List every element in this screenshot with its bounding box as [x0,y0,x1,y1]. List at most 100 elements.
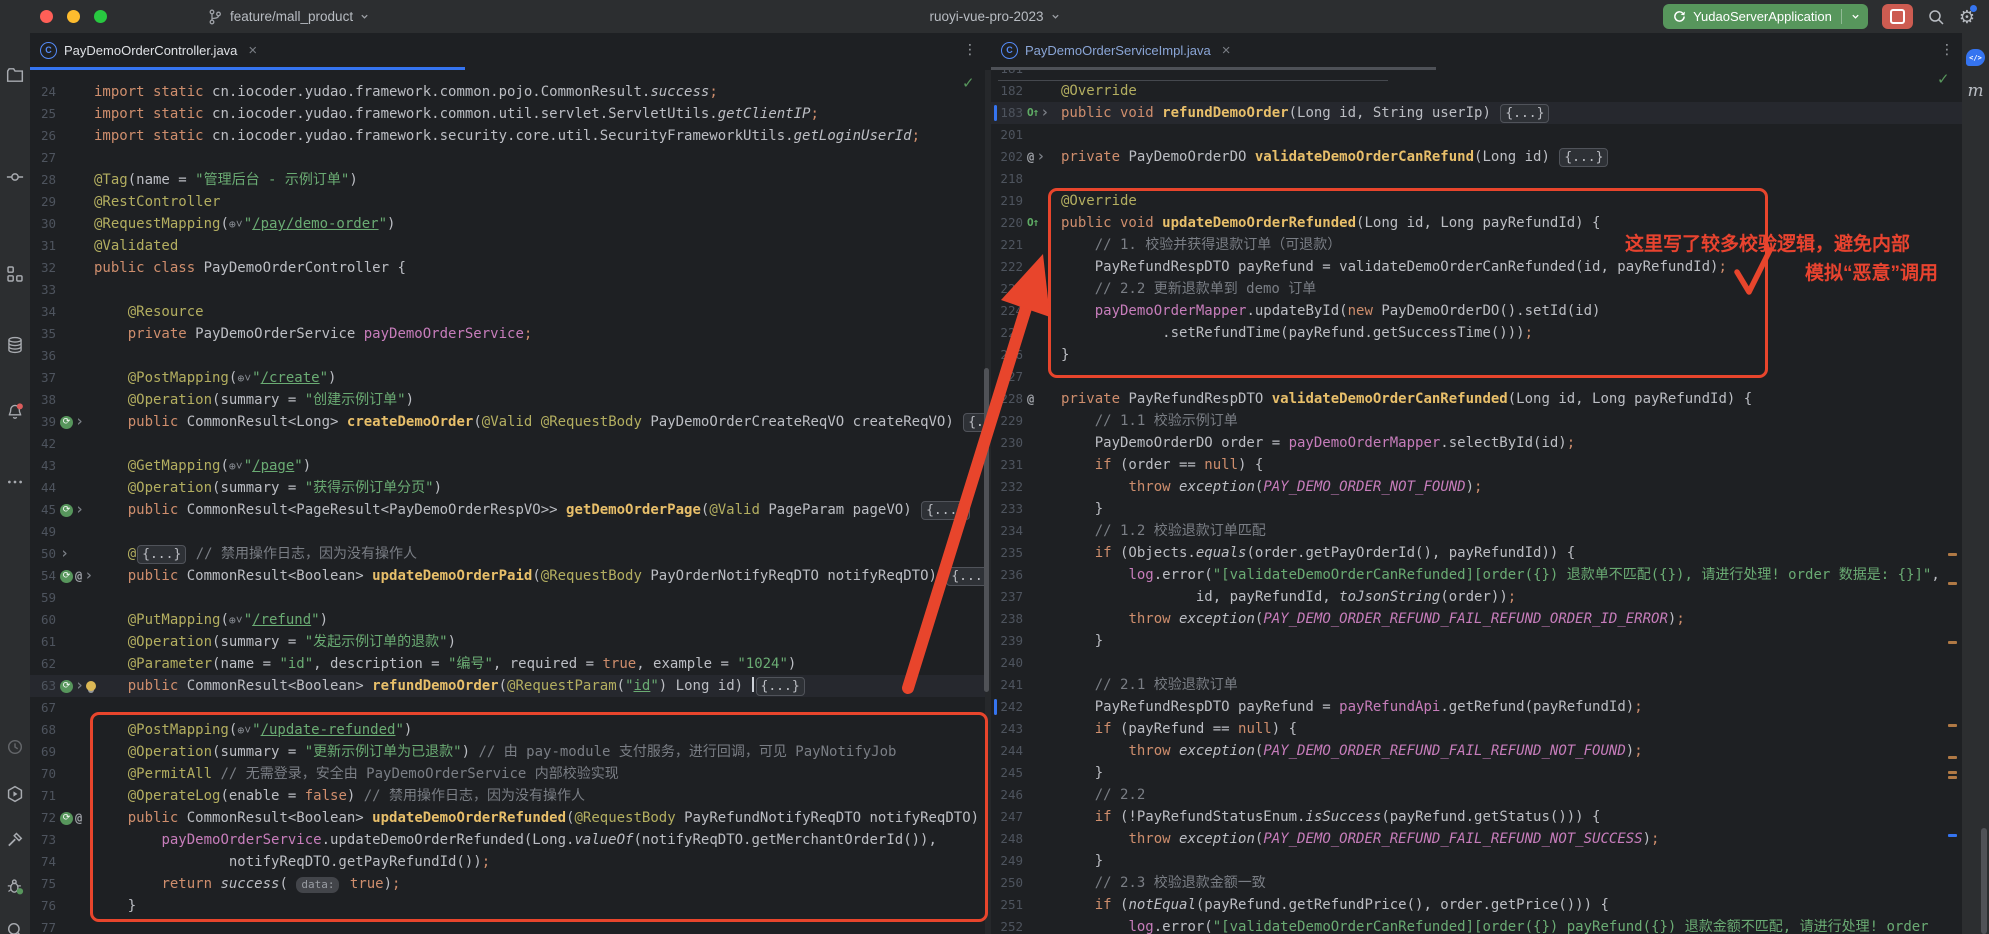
right-scrollbar-thumb[interactable] [1981,828,1987,934]
code-line[interactable]: 218 [991,168,1962,190]
code-line[interactable]: 29@RestController [30,191,985,213]
line-number[interactable]: 63 [30,675,56,697]
code-line[interactable]: 227 [991,366,1962,388]
line-number[interactable]: 249 [991,850,1023,872]
code-line[interactable]: 181 [991,70,1962,80]
line-number[interactable]: 201 [991,124,1023,146]
line-number[interactable]: 54 [30,565,56,587]
code-line[interactable]: 36 [30,345,985,367]
code-line[interactable]: 240 [991,652,1962,674]
code-line[interactable]: 31@Validated [30,235,985,257]
line-number[interactable]: 73 [30,829,56,851]
line-number[interactable]: 49 [30,521,56,543]
code-line[interactable]: 42 [30,433,985,455]
line-number[interactable]: 233 [991,498,1023,520]
line-number[interactable]: 202 [991,146,1023,168]
line-number[interactable]: 59 [30,587,56,609]
window-minimize-button[interactable] [67,10,80,23]
code-line[interactable]: 224 payDemoOrderMapper.updateById(new Pa… [991,300,1962,322]
code-line[interactable]: 237 id, payRefundId, toJsonString(order)… [991,586,1962,608]
code-line[interactable]: 202@›private PayDemoOrderDO validateDemo… [991,146,1962,168]
line-number[interactable]: 69 [30,741,56,763]
line-number[interactable]: 240 [991,652,1023,674]
code-line[interactable]: 25import static cn.iocoder.yudao.framewo… [30,103,985,125]
more-tools-icon[interactable] [6,473,24,491]
close-icon[interactable]: × [1222,43,1231,58]
code-line[interactable]: 37 @PostMapping(⊕˅"/create") [30,367,985,389]
code-line[interactable]: 77 [30,917,985,934]
code-line[interactable]: 50› @{...} // 禁用操作日志，因为没有操作人 [30,543,985,565]
line-number[interactable]: 72 [30,807,56,829]
code-line[interactable]: 71 @OperateLog(enable = false) // 禁用操作日志… [30,785,985,807]
code-line[interactable]: 221 // 1. 校验并获得退款订单（可退款） [991,234,1962,256]
line-number[interactable]: 243 [991,718,1023,740]
url-link[interactable]: /page [252,458,294,474]
annotated-icon[interactable]: @ [75,807,82,829]
overrides-icon[interactable]: O↑ [1027,212,1038,234]
code-line[interactable]: 74 notifyReqDTO.getPayRefundId()); [30,851,985,873]
endpoint-icon[interactable]: ⟳ [60,680,73,693]
code-line[interactable]: 238 throw exception(PAY_DEMO_ORDER_REFUN… [991,608,1962,630]
line-number[interactable]: 234 [991,520,1023,542]
line-number[interactable]: 237 [991,586,1023,608]
code-line[interactable]: 243 if (payRefund == null) { [991,718,1962,740]
code-line[interactable]: 241 // 2.1 校验退款订单 [991,674,1962,696]
chevron-down-icon[interactable] [1851,12,1860,21]
line-number[interactable]: 35 [30,323,56,345]
folded-block[interactable]: {...} [137,545,186,564]
line-number[interactable]: 248 [991,828,1023,850]
line-number[interactable]: 67 [30,697,56,719]
code-line[interactable]: 223 // 2.2 更新退款单到 demo 订单 [991,278,1962,300]
tab-options-icon[interactable]: ⋮ [963,41,977,58]
code-line[interactable]: 220O↑public void updateDemoOrderRefunded… [991,212,1962,234]
folded-block[interactable]: {...} [963,413,985,432]
code-line[interactable]: 235 if (Objects.equals(order.getPayOrder… [991,542,1962,564]
url-link[interactable]: /refund [252,612,311,628]
folded-block[interactable]: {...} [1500,104,1549,123]
code-line[interactable]: 54⟳@› public CommonResult<Boolean> updat… [30,565,985,587]
code-line[interactable]: 39⟳› public CommonResult<Long> createDem… [30,411,985,433]
code-line[interactable]: 234 // 1.2 校验退款订单匹配 [991,520,1962,542]
line-number[interactable]: 26 [30,125,56,147]
code-line[interactable]: 219@Override [991,190,1962,212]
code-line[interactable]: 246 // 2.2 [991,784,1962,806]
code-line[interactable]: 24import static cn.iocoder.yudao.framewo… [30,81,985,103]
run-configuration-widget[interactable]: YudaoServerApplication [1663,4,1868,29]
code-line[interactable]: 38 @Operation(summary = "创建示例订单") [30,389,985,411]
line-number[interactable]: 37 [30,367,56,389]
line-number[interactable]: 62 [30,653,56,675]
profiler-tool-icon[interactable] [6,738,24,756]
url-link[interactable]: id [634,678,651,694]
git-branch-widget[interactable]: feature/mall_product [207,9,369,25]
line-number[interactable]: 60 [30,609,56,631]
ai-assistant-icon[interactable]: </> [1966,49,1985,66]
fold-chevron-icon[interactable]: › [1040,101,1049,123]
code-line[interactable]: 45⟳› public CommonResult<PageResult<PayD… [30,499,985,521]
fold-chevron-icon[interactable]: › [75,674,84,696]
annotated-icon[interactable]: @ [1027,388,1034,410]
code-line[interactable]: 247 if (!PayRefundStatusEnum.isSuccess(p… [991,806,1962,828]
url-link[interactable]: /create [261,370,320,386]
line-number[interactable]: 31 [30,235,56,257]
line-number[interactable]: 238 [991,608,1023,630]
line-number[interactable]: 42 [30,433,56,455]
code-line[interactable]: 225 .setRefundTime(payRefund.getSuccessT… [991,322,1962,344]
line-number[interactable]: 74 [30,851,56,873]
line-number[interactable]: 232 [991,476,1023,498]
code-line[interactable]: 230 PayDemoOrderDO order = payDemoOrderM… [991,432,1962,454]
inspections-ok-icon[interactable]: ✓ [962,74,975,92]
endpoint-icon[interactable]: ⟳ [60,416,73,429]
code-line[interactable]: 63⟳› public CommonResult<Boolean> refund… [30,675,985,697]
code-line[interactable]: 60 @PutMapping(⊕˅"/refund") [30,609,985,631]
line-number[interactable]: 235 [991,542,1023,564]
code-line[interactable]: 33 [30,279,985,301]
code-line[interactable]: 222 PayRefundRespDTO payRefund = validat… [991,256,1962,278]
code-line[interactable]: 68 @PostMapping(⊕˅"/update-refunded") [30,719,985,741]
code-line[interactable]: 44 @Operation(summary = "获得示例订单分页") [30,477,985,499]
line-number[interactable]: 236 [991,564,1023,586]
line-number[interactable]: 220 [991,212,1023,234]
code-line[interactable]: 32public class PayDemoOrderController { [30,257,985,279]
code-line[interactable]: 27 [30,147,985,169]
code-line[interactable]: 49 [30,521,985,543]
editor-paydemoordercontroller[interactable]: 24import static cn.iocoder.yudao.framewo… [30,70,985,934]
